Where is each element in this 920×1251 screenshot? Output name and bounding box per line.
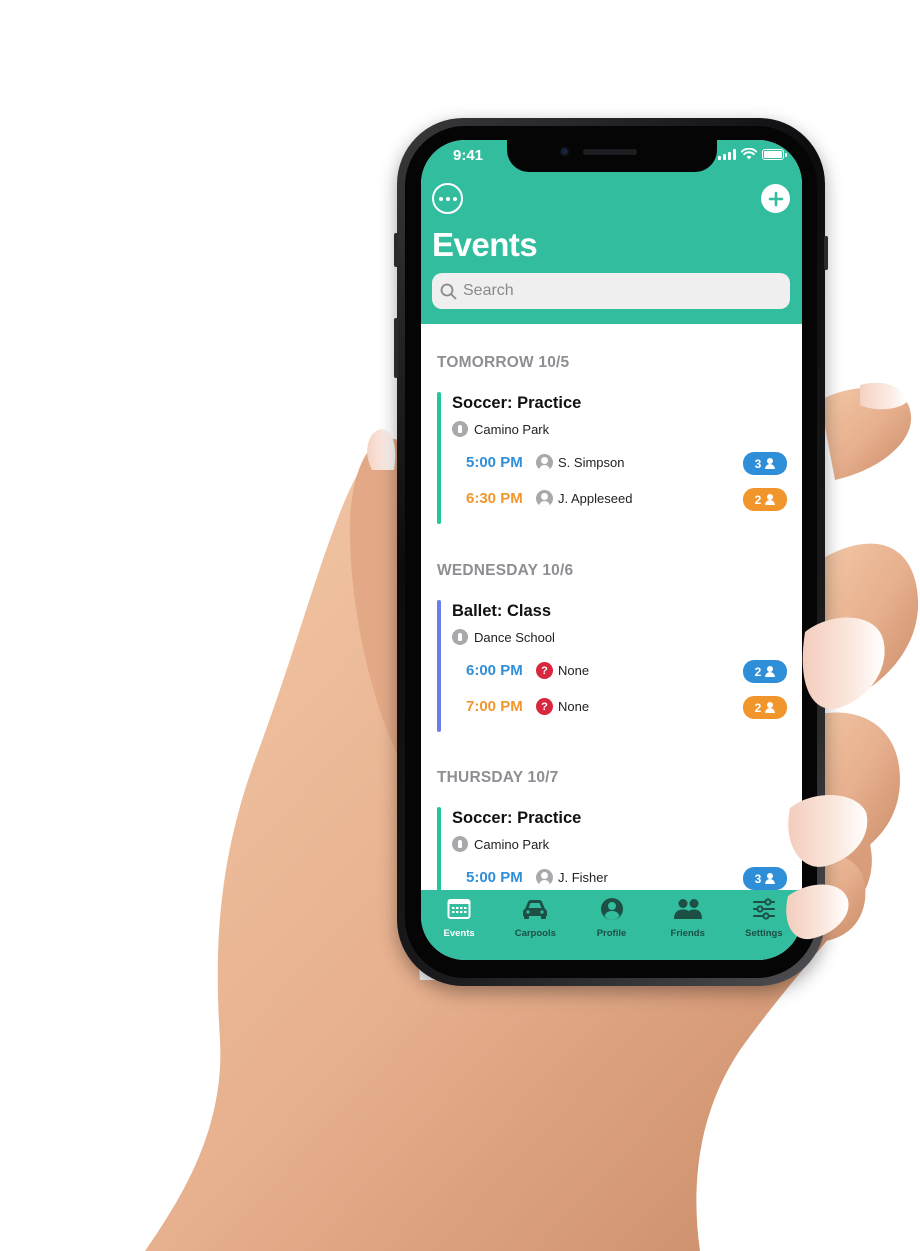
- day-heading: TOMORROW 10/5: [437, 354, 570, 371]
- event-color-bar: [437, 392, 441, 524]
- location-label: Dance School: [474, 629, 555, 645]
- event-color-bar: [437, 807, 441, 890]
- camera: [559, 146, 570, 157]
- seats-count: 2: [754, 664, 762, 679]
- tab-label: Events: [443, 928, 475, 939]
- event-location: Camino Park: [452, 421, 549, 437]
- seats-count: 2: [754, 492, 762, 507]
- profile-icon: [600, 898, 623, 920]
- seats-badge[interactable]: 3: [743, 867, 787, 890]
- car-icon: [523, 900, 548, 919]
- event-location: Camino Park: [452, 836, 549, 852]
- status-icons: [718, 148, 787, 160]
- more-options-button[interactable]: [432, 183, 463, 214]
- event-card[interactable]: Ballet: Class Dance School 6:00 PM ? Non…: [437, 600, 787, 732]
- question-icon: ?: [536, 698, 553, 715]
- slot-driver: J. Appleseed: [536, 490, 632, 507]
- status-time: 9:41: [453, 147, 484, 164]
- location-label: Camino Park: [474, 836, 550, 852]
- carpool-slot[interactable]: 5:00 PM S. Simpson 3: [466, 452, 787, 475]
- events-list[interactable]: TOMORROW 10/5 Soccer: Practice Camino Pa…: [421, 324, 802, 890]
- tab-label: Carpools: [514, 928, 556, 939]
- carpool-slot[interactable]: 6:00 PM ? None 2: [466, 660, 787, 683]
- carpool-slot[interactable]: 6:30 PM J. Appleseed 2: [466, 488, 787, 511]
- tab-label: Profile: [596, 928, 627, 939]
- seats-badge[interactable]: 2: [743, 488, 787, 511]
- person-icon: [765, 702, 776, 713]
- tab-label: Settings: [745, 928, 783, 939]
- day-heading: THURSDAY 10/7: [437, 769, 559, 786]
- person-icon: [536, 454, 553, 471]
- driver-name: None: [558, 699, 590, 714]
- location-label: Camino Park: [474, 421, 550, 437]
- event-name: Soccer: Practice: [452, 809, 582, 827]
- slot-driver: ? None: [536, 698, 589, 715]
- wifi-icon: [741, 148, 757, 160]
- calendar-icon: [447, 899, 471, 919]
- slot-time: 5:00 PM: [466, 869, 523, 886]
- slot-driver: J. Fisher: [536, 869, 608, 886]
- slot-time: 6:00 PM: [466, 662, 523, 679]
- tab-events[interactable]: Events: [421, 890, 497, 960]
- sliders-icon: [752, 898, 775, 920]
- seats-badge[interactable]: 2: [743, 696, 787, 719]
- slot-time: 6:30 PM: [466, 490, 523, 507]
- app-screen: 9:41 Events Search TOMORROW 10/5 Soccer:…: [421, 140, 802, 960]
- page-title: Events: [432, 226, 538, 263]
- tab-label: Friends: [670, 928, 705, 939]
- tab-settings[interactable]: Settings: [726, 890, 802, 960]
- location-pin-icon: [452, 836, 468, 852]
- person-icon: [765, 494, 776, 505]
- slot-driver: S. Simpson: [536, 454, 624, 471]
- seats-badge[interactable]: 3: [743, 452, 787, 475]
- tab-profile[interactable]: Profile: [573, 890, 649, 960]
- event-name: Soccer: Practice: [452, 394, 582, 412]
- person-icon: [765, 873, 776, 884]
- event-location: Dance School: [452, 629, 555, 645]
- carpool-slot[interactable]: 5:00 PM J. Fisher 3: [466, 867, 787, 890]
- driver-name: S. Simpson: [558, 455, 625, 470]
- slot-driver: ? None: [536, 662, 589, 679]
- slot-time: 5:00 PM: [466, 454, 523, 471]
- event-name: Ballet: Class: [452, 602, 552, 620]
- slot-time: 7:00 PM: [466, 698, 523, 715]
- event-card[interactable]: Soccer: Practice Camino Park 5:00 PM J. …: [437, 807, 787, 890]
- driver-name: None: [558, 663, 590, 678]
- question-icon: ?: [536, 662, 553, 679]
- location-pin-icon: [452, 421, 468, 437]
- plus-circle-icon: [768, 191, 783, 206]
- ellipsis-circle-icon: [438, 196, 443, 201]
- signal-icon: [718, 148, 736, 160]
- volume-down-button: [394, 318, 398, 378]
- add-event-button[interactable]: [761, 184, 790, 213]
- person-icon: [765, 458, 776, 469]
- seats-count: 2: [754, 700, 762, 715]
- carpool-slot[interactable]: 7:00 PM ? None 2: [466, 696, 787, 719]
- person-icon: [536, 869, 553, 886]
- seats-count: 3: [754, 456, 762, 471]
- tab-friends[interactable]: Friends: [650, 890, 726, 960]
- event-color-bar: [437, 600, 441, 732]
- tab-carpools[interactable]: Carpools: [497, 890, 573, 960]
- seats-count: 3: [754, 871, 762, 886]
- person-icon: [765, 666, 776, 677]
- power-button: [824, 236, 828, 270]
- search-bar[interactable]: [432, 273, 790, 309]
- search-input[interactable]: [463, 282, 763, 300]
- seats-badge[interactable]: 2: [743, 660, 787, 683]
- event-card[interactable]: Soccer: Practice Camino Park 5:00 PM S. …: [437, 392, 787, 524]
- battery-icon: [762, 148, 787, 160]
- day-heading: WEDNESDAY 10/6: [437, 562, 574, 579]
- search-icon: [440, 283, 457, 299]
- friends-icon: [673, 899, 702, 919]
- volume-up-button: [394, 233, 398, 267]
- tab-bar: Events Carpools Profile Friends Settings: [421, 890, 802, 960]
- location-pin-icon: [452, 629, 468, 645]
- driver-name: J. Fisher: [558, 870, 608, 885]
- speaker: [583, 149, 637, 155]
- notch: [507, 140, 717, 172]
- driver-name: J. Appleseed: [558, 491, 633, 506]
- person-icon: [536, 490, 553, 507]
